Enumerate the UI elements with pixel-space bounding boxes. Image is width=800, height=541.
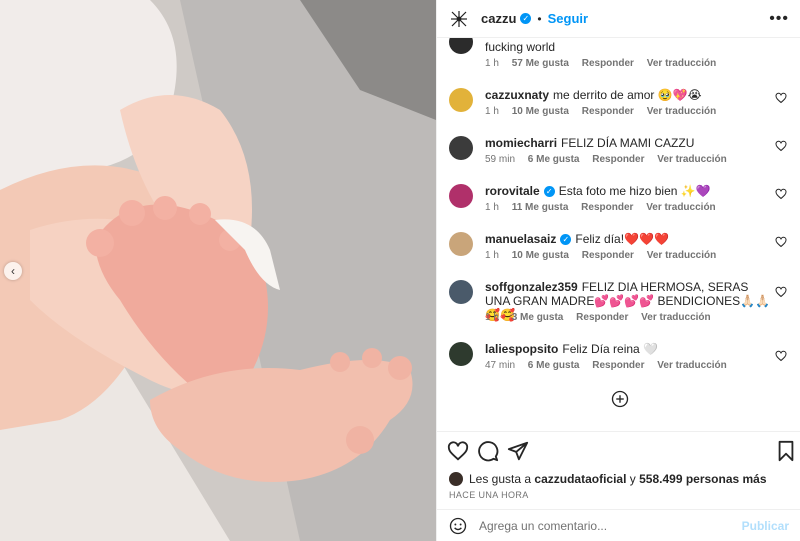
- translate-button[interactable]: Ver traducción: [646, 202, 715, 213]
- comment-text: fucking world: [485, 40, 771, 54]
- comment-avatar[interactable]: [449, 136, 473, 160]
- comment-username[interactable]: manuelasaiz: [485, 232, 556, 246]
- post-actions: Les gusta a cazzudataoficial y 558.499 p…: [437, 431, 800, 541]
- reply-button[interactable]: Responder: [582, 106, 634, 117]
- reply-button[interactable]: Responder: [576, 312, 628, 323]
- comment-username[interactable]: rorovitale: [485, 184, 540, 198]
- comments-list[interactable]: fucking world 1 h 57 Me gusta Responder …: [437, 38, 800, 431]
- translate-button[interactable]: Ver traducción: [647, 58, 716, 69]
- comment-likes[interactable]: 3 Me gusta: [512, 312, 564, 323]
- comment-avatar[interactable]: [449, 342, 473, 366]
- comment-content: me derrito de amor 🥹💖😭: [553, 88, 702, 102]
- comment-meta: 1 h 10 Me gusta Responder Ver traducción: [485, 250, 726, 261]
- comment-meta: 47 min 6 Me gusta Responder Ver traducci…: [485, 360, 737, 371]
- like-comment-heart-icon[interactable]: [775, 236, 787, 248]
- verified-badge-icon: ✓: [543, 186, 555, 197]
- reply-button[interactable]: Responder: [592, 154, 644, 165]
- comment-avatar[interactable]: [449, 232, 473, 256]
- load-more-comments-icon[interactable]: [611, 390, 629, 408]
- comment-input[interactable]: [479, 519, 742, 533]
- comment-time: 47 min: [485, 360, 516, 371]
- comment-text: rorovitale ✓ Esta foto me hizo bien ✨💜: [485, 184, 771, 198]
- comment-meta: 1 h 11 Me gusta Responder Ver traducción: [485, 202, 726, 213]
- like-comment-heart-icon[interactable]: [775, 92, 787, 104]
- reply-button[interactable]: Responder: [582, 58, 634, 69]
- save-bookmark-icon[interactable]: [775, 440, 797, 462]
- add-comment-bar: Publicar: [437, 509, 800, 541]
- comment-time: 1 h: [485, 106, 499, 117]
- comment-text: cazzuxnaty me derrito de amor 🥹💖😭: [485, 88, 771, 102]
- comment-avatar[interactable]: [449, 184, 473, 208]
- comment-avatar[interactable]: [449, 280, 473, 304]
- translate-button[interactable]: Ver traducción: [641, 312, 710, 323]
- comment-text: momiecharri FELIZ DÍA MAMI CAZZU: [485, 136, 771, 150]
- like-comment-heart-icon[interactable]: [775, 188, 787, 200]
- comment-avatar[interactable]: [449, 88, 473, 112]
- translate-button[interactable]: Ver traducción: [657, 154, 726, 165]
- comment-likes[interactable]: 10 Me gusta: [512, 250, 569, 261]
- likes-prefix: Les gusta a: [469, 472, 532, 486]
- spider-logo-icon: [451, 10, 467, 27]
- follow-button[interactable]: Seguir: [548, 11, 588, 26]
- reply-button[interactable]: Responder: [592, 360, 644, 371]
- verified-badge-icon: ✓: [560, 234, 572, 245]
- likes-count[interactable]: 558.499 personas más: [639, 472, 766, 486]
- post-header: cazzu ✓ • Seguir •••: [437, 0, 800, 38]
- post-details-panel: cazzu ✓ • Seguir ••• fucking world 1 h 5…: [436, 0, 800, 541]
- reply-button[interactable]: Responder: [581, 202, 633, 213]
- carousel-prev-button[interactable]: ‹: [4, 262, 22, 280]
- comment-username[interactable]: soffgonzalez359: [485, 280, 578, 294]
- post-photo[interactable]: ‹: [0, 0, 436, 541]
- likes-connector: y: [629, 472, 636, 486]
- separator-dot: •: [537, 11, 542, 26]
- comment-time: 59 min: [485, 154, 516, 165]
- author-avatar[interactable]: [449, 8, 469, 29]
- comment-content: Feliz día!❤️❤️❤️: [575, 232, 669, 246]
- reply-button[interactable]: Responder: [582, 250, 634, 261]
- comment-meta: 1 h 10 Me gusta Responder Ver traducción: [485, 106, 726, 117]
- translate-button[interactable]: Ver traducción: [647, 106, 716, 117]
- translate-button[interactable]: Ver traducción: [657, 360, 726, 371]
- comment-content: Esta foto me hizo bien ✨💜: [558, 184, 711, 198]
- comment-time: 1 h: [485, 58, 499, 69]
- comment-username[interactable]: laliespopsito: [485, 342, 558, 356]
- share-paper-plane-icon[interactable]: [507, 440, 529, 462]
- comment-content: fucking world: [485, 40, 556, 54]
- verified-badge-icon: ✓: [520, 13, 532, 24]
- comment-likes[interactable]: 6 Me gusta: [528, 154, 580, 165]
- comment-text: manuelasaiz ✓ Feliz día!❤️❤️❤️: [485, 232, 771, 246]
- comment-text: laliespopsito Feliz Día reina 🤍: [485, 342, 771, 356]
- comment-meta: 59 min 6 Me gusta Responder Ver traducci…: [485, 154, 737, 165]
- comment-content: Feliz Día reina 🤍: [562, 342, 658, 356]
- emoji-icon[interactable]: [449, 517, 467, 535]
- liker-username[interactable]: cazzudataoficial: [534, 472, 626, 486]
- comment-bubble-icon[interactable]: [477, 440, 499, 462]
- comment-time: 1 h: [485, 202, 499, 213]
- comment-time: 1 h: [485, 250, 499, 261]
- baby-feet-image: [0, 0, 436, 541]
- like-comment-heart-icon[interactable]: [775, 140, 787, 152]
- comment-meta: 1 h 3 Me gusta Responder Ver traducción: [485, 312, 721, 323]
- comment-likes[interactable]: 10 Me gusta: [512, 106, 569, 117]
- like-comment-heart-icon[interactable]: [775, 350, 787, 362]
- comment-time: 1 h: [485, 312, 499, 323]
- liker-avatar[interactable]: [449, 472, 463, 486]
- author-username[interactable]: cazzu: [481, 11, 516, 26]
- likes-summary: Les gusta a cazzudataoficial y 558.499 p…: [449, 472, 767, 486]
- post-time: HACE UNA HORA: [449, 490, 529, 500]
- comment-likes[interactable]: 11 Me gusta: [512, 202, 569, 213]
- comment-likes[interactable]: 6 Me gusta: [528, 360, 580, 371]
- like-comment-heart-icon[interactable]: [775, 286, 787, 298]
- like-heart-icon[interactable]: [447, 440, 469, 462]
- comment-username[interactable]: momiecharri: [485, 136, 557, 150]
- comment-meta: 1 h 57 Me gusta Responder Ver traducción: [485, 58, 726, 69]
- comment-likes[interactable]: 57 Me gusta: [512, 58, 569, 69]
- translate-button[interactable]: Ver traducción: [647, 250, 716, 261]
- comment-content: FELIZ DÍA MAMI CAZZU: [561, 136, 695, 150]
- publish-button[interactable]: Publicar: [742, 519, 789, 533]
- comment-username[interactable]: cazzuxnaty: [485, 88, 549, 102]
- comment-avatar[interactable]: [449, 38, 473, 54]
- more-options-icon[interactable]: •••: [769, 10, 789, 28]
